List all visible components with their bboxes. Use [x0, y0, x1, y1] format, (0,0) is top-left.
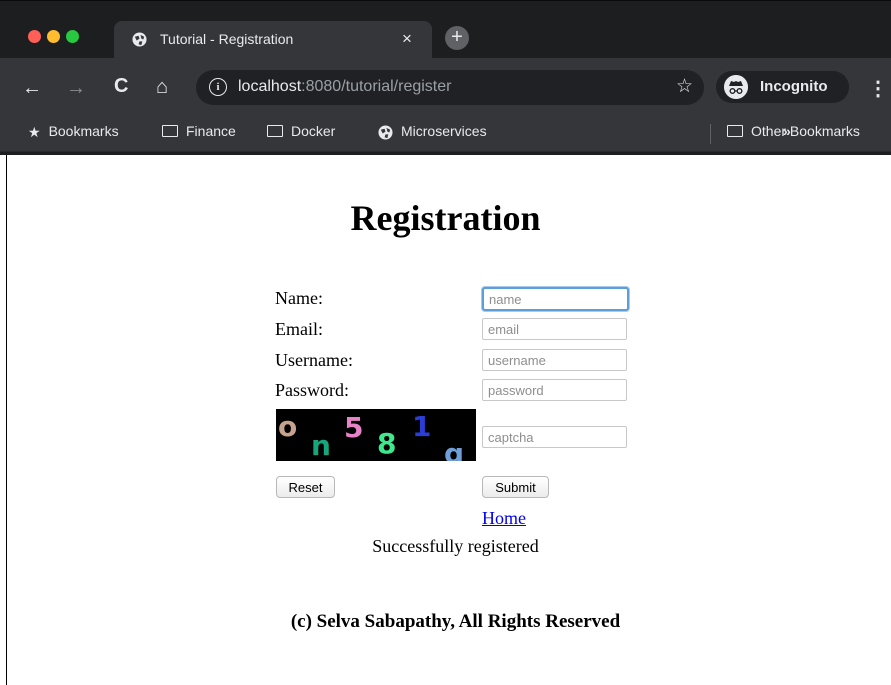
bookmark-star-icon[interactable]: ☆ [676, 75, 693, 98]
name-label: Name: [275, 288, 323, 308]
home-link[interactable]: Home [482, 508, 526, 529]
bookmark-item-other-bookmarks[interactable]: Other Bookmarks [727, 123, 860, 139]
forward-button[interactable]: → [66, 76, 86, 100]
tab-close-icon[interactable]: × [402, 29, 412, 49]
captcha-input[interactable] [482, 426, 627, 448]
svg-text:g: g [444, 437, 464, 461]
browser-menu-button[interactable]: ⋮ [868, 76, 888, 101]
password-label: Password: [275, 380, 350, 400]
username-input[interactable] [482, 349, 627, 371]
svg-text:5: 5 [344, 411, 363, 444]
password-input[interactable] [482, 379, 627, 401]
home-button[interactable]: ⌂ [156, 75, 168, 99]
bookmark-label: Bookmarks [48, 123, 119, 139]
incognito-icon [724, 75, 748, 99]
svg-text:n: n [311, 429, 331, 461]
bookmark-item-docker[interactable]: Docker [267, 123, 335, 139]
bookmark-label: Docker [291, 123, 336, 139]
back-button[interactable]: ← [22, 76, 42, 100]
folder-icon [727, 125, 743, 138]
svg-text:8: 8 [377, 427, 396, 460]
email-label: Email: [275, 319, 323, 339]
globe-icon [132, 32, 147, 47]
url-host: localhost [238, 78, 302, 95]
window-minimize-button[interactable] [47, 30, 60, 43]
window-edge [0, 0, 891, 1]
submit-button[interactable]: Submit [482, 476, 549, 498]
window-close-button[interactable] [28, 30, 41, 43]
svg-text:o: o [278, 410, 297, 443]
folder-icon [162, 125, 178, 138]
browser-chrome: Tutorial - Registration × + ← → C ⌂ i lo… [0, 0, 891, 155]
bookmark-label: Microservices [401, 123, 487, 139]
new-tab-button[interactable]: + [445, 26, 469, 50]
tab-title: Tutorial - Registration [160, 31, 294, 47]
name-input[interactable] [482, 287, 629, 311]
browser-toolbar: ← → C ⌂ i localhost:8080/tutorial/regist… [0, 58, 891, 116]
star-icon: ★ [28, 123, 41, 140]
reset-button[interactable]: Reset [276, 476, 335, 498]
captcha-image: on581g o n 5 8 1 g [276, 409, 476, 461]
page-title: Registration [350, 198, 541, 238]
browser-tab[interactable]: Tutorial - Registration × [114, 21, 432, 58]
reload-button[interactable]: C [114, 74, 128, 98]
bookmark-item-bookmarks[interactable]: ★ Bookmarks [28, 123, 119, 141]
bookmarks-divider [710, 124, 711, 144]
bookmarks-bar: ★ Bookmarks Finance Docker Microservices … [0, 116, 891, 152]
svg-text:1: 1 [412, 410, 431, 443]
globe-icon [378, 125, 393, 140]
status-message: Successfully registered [372, 536, 539, 556]
url-text: localhost:8080/tutorial/register [238, 78, 451, 96]
window-maximize-button[interactable] [66, 30, 79, 43]
username-label: Username: [275, 350, 353, 370]
site-info-icon[interactable]: i [209, 78, 227, 96]
bookmark-label: Finance [186, 123, 236, 139]
bookmark-item-finance[interactable]: Finance [162, 123, 236, 139]
incognito-label: Incognito [760, 78, 828, 95]
url-path: :8080/tutorial/register [301, 78, 452, 95]
folder-icon [267, 125, 283, 138]
bookmark-label: Other Bookmarks [751, 123, 860, 139]
bookmark-item-microservices[interactable]: Microservices [378, 123, 487, 140]
incognito-badge[interactable]: Incognito [716, 71, 849, 103]
address-bar[interactable]: i localhost:8080/tutorial/register ☆ [196, 70, 704, 105]
footer-copyright: (c) Selva Sabapathy, All Rights Reserved [290, 611, 621, 632]
email-input[interactable] [482, 318, 627, 340]
